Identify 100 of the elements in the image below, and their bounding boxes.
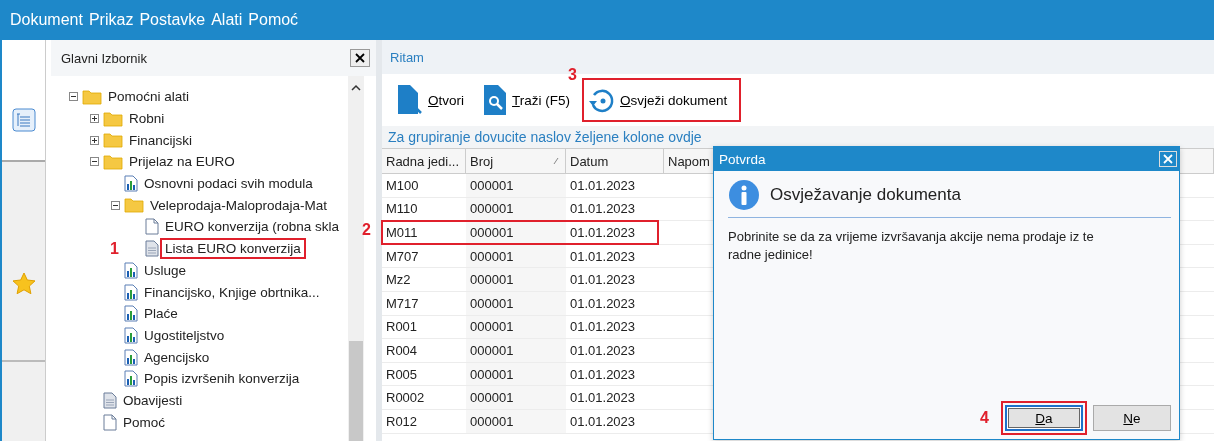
table-cell: 000001 <box>466 409 566 433</box>
close-button[interactable] <box>350 49 370 67</box>
report-icon <box>124 348 138 366</box>
table-cell-text: M707 <box>385 248 420 264</box>
tree-item[interactable]: Pomoć <box>121 414 168 430</box>
step-number: 3 <box>568 66 577 84</box>
tree-item[interactable]: Agencijsko <box>142 349 212 365</box>
tree-item[interactable]: Usluge <box>142 262 189 278</box>
dialog-heading: Osvježavanje dokumenta <box>770 185 961 205</box>
folder-icon <box>82 88 102 105</box>
folder-icon <box>103 110 123 127</box>
step-number: 4 <box>980 409 989 427</box>
tree-item[interactable]: Financijski <box>127 132 195 148</box>
table-cell-text: 01.01.2023 <box>569 366 637 382</box>
table-cell-text: 01.01.2023 <box>569 390 637 406</box>
dialog-message: Pobrinite se da za vrijeme izvršavanja akcije nema prodaje iz te radne jedinice! <box>728 228 1095 264</box>
tree-item[interactable]: Obavijesti <box>121 392 185 408</box>
sort-icon <box>553 157 559 165</box>
table-cell-text: 01.01.2023 <box>569 342 637 358</box>
table-cell-text: 01.01.2023 <box>569 248 637 264</box>
close-icon <box>1163 154 1173 164</box>
table-cell-text: 01.01.2023 <box>569 295 637 311</box>
step-number: 1 <box>110 239 119 258</box>
folder-icon <box>103 153 123 170</box>
dialog-title: Potvrda <box>719 151 766 167</box>
step-number: 2 <box>362 221 371 240</box>
list-document-icon <box>103 391 117 409</box>
tree-item[interactable]: Veleprodaja-Maloprodaja-Mat <box>148 197 330 213</box>
report-icon <box>124 305 138 323</box>
table-cell-text: R005 <box>385 366 419 382</box>
table-cell-text: M011 <box>385 225 419 240</box>
report-icon <box>124 283 138 301</box>
table-cell: 000001 <box>466 244 566 268</box>
close-icon <box>355 53 365 63</box>
tree-item[interactable]: Prijelaz na EURO <box>127 154 237 170</box>
column-header[interactable]: Datum <box>566 149 664 173</box>
group-hint: Za grupiranje dovucite naslov željene kolone ovdje <box>388 129 702 145</box>
table-cell-text: 01.01.2023 <box>569 225 637 240</box>
document-icon <box>145 218 159 236</box>
search-icon <box>482 84 509 116</box>
table-cell: 000001 <box>466 362 566 386</box>
table-cell-text: 01.01.2023 <box>569 272 637 288</box>
collapse-icon[interactable] <box>69 92 78 102</box>
expand-icon[interactable] <box>90 114 99 124</box>
tree-item[interactable]: Popis izvršenih konverzija <box>142 371 302 387</box>
report-icon <box>124 326 138 344</box>
tree-item[interactable]: Osnovni podaci svih modula <box>142 176 315 192</box>
table-cell-text: R012 <box>385 413 419 429</box>
tree-item[interactable]: Plaće <box>142 306 180 322</box>
menu-item[interactable]: Alati <box>211 11 243 29</box>
tree-item[interactable]: Financijsko, Knjige obrtnika... <box>142 284 322 300</box>
panel-title: Glavni Izbornik <box>61 50 147 66</box>
table-cell-text: 01.01.2023 <box>569 413 637 429</box>
table-cell-text: M100 <box>385 177 420 193</box>
scrollbar[interactable] <box>348 76 364 441</box>
table-cell: 000001 <box>466 174 566 197</box>
menu-item[interactable]: Prikaz <box>88 11 134 29</box>
info-icon <box>728 179 760 211</box>
document-icon <box>103 413 117 431</box>
expand-icon[interactable] <box>90 135 99 145</box>
table-cell-text: 01.01.2023 <box>569 201 637 217</box>
table-cell-text: M717 <box>385 295 420 311</box>
star-icon[interactable] <box>11 272 36 296</box>
toolbar-button[interactable]: Otvori <box>392 78 469 122</box>
tree-item[interactable]: Pomoćni alati <box>106 89 192 105</box>
table-cell-text: 01.01.2023 <box>569 177 637 193</box>
table-cell: 000001 <box>466 315 566 339</box>
dialog-button[interactable]: Ne <box>1093 405 1171 431</box>
document-title: Ritam <box>390 49 424 65</box>
table-cell: 000001 <box>466 268 566 291</box>
table-cell: 000001 <box>466 386 566 409</box>
table-cell: 000001 <box>466 339 566 362</box>
table-cell-text: 01.01.2023 <box>569 319 637 335</box>
column-header[interactable]: Broj <box>466 149 566 173</box>
list-document-icon <box>145 240 159 258</box>
collapse-icon[interactable] <box>90 157 99 167</box>
tree-item[interactable]: Lista EURO konverzija <box>163 241 303 257</box>
tree-item[interactable]: Ugostiteljstvo <box>142 327 227 343</box>
column-header[interactable]: Radna jedi... <box>382 149 466 173</box>
scrollbar-thumb[interactable] <box>349 341 363 441</box>
report-icon <box>124 261 138 279</box>
table-cell-text: R001 <box>385 319 419 335</box>
table-cell: 000001 <box>466 291 566 315</box>
table-cell: 000001 <box>466 197 566 221</box>
menu-item[interactable]: Pomoć <box>248 11 299 29</box>
tree-item[interactable]: Robni <box>127 111 167 127</box>
scroll-up-icon[interactable] <box>351 84 361 92</box>
table-cell-text: R004 <box>385 342 419 358</box>
menu-item[interactable]: Postavke <box>139 11 206 29</box>
table-cell-text: M110 <box>385 201 419 217</box>
collapse-icon[interactable] <box>111 200 120 210</box>
dialog-button[interactable]: Da <box>1005 405 1083 431</box>
folder-icon <box>124 197 144 214</box>
report-icon <box>124 370 138 388</box>
folder-icon <box>103 132 123 149</box>
tree-item[interactable]: EURO konverzija (robna skla <box>163 219 342 235</box>
table-cell: 000001 <box>466 221 566 244</box>
table-cell-text: Mz2 <box>385 272 412 288</box>
report-icon <box>124 175 138 193</box>
menu-item[interactable]: Dokument <box>10 11 83 29</box>
